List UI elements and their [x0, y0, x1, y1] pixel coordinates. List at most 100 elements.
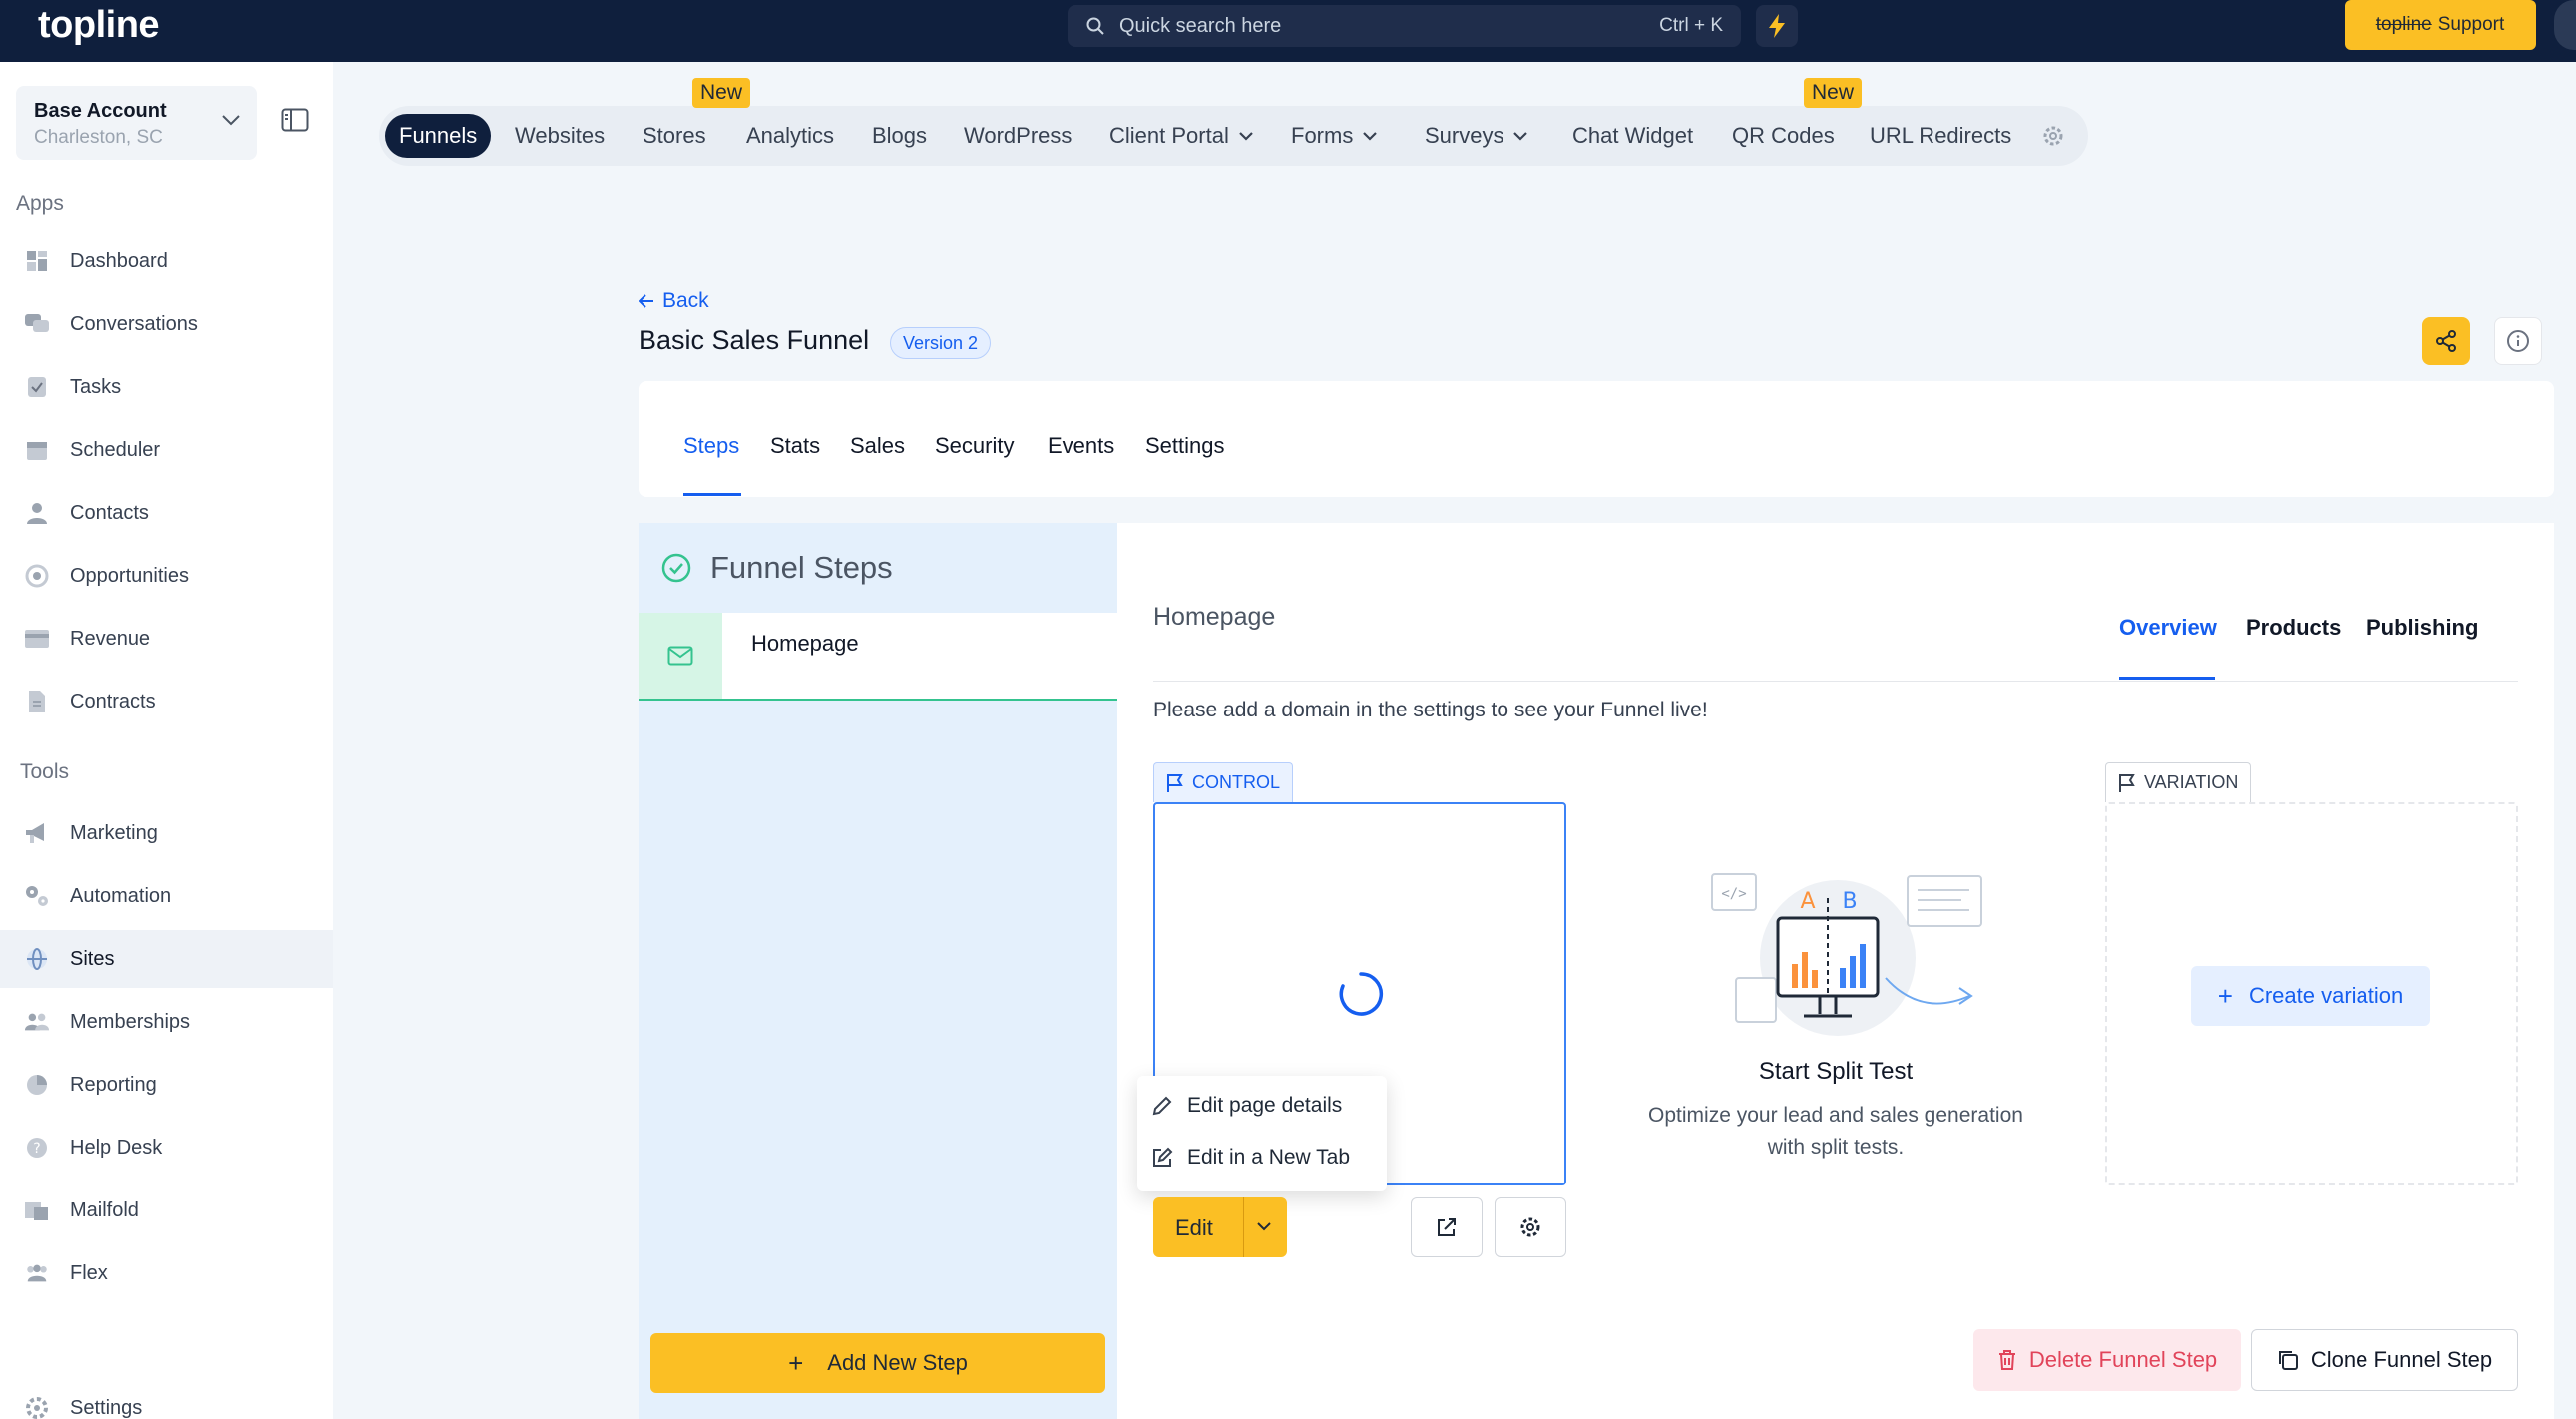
sidebar-item-scheduler[interactable]: Scheduler — [0, 421, 333, 479]
clone-label: Clone Funnel Step — [2310, 1347, 2493, 1372]
sidebar-item-revenue[interactable]: Revenue — [0, 610, 333, 668]
variation-text: VARIATION — [2144, 772, 2239, 792]
tab-publishing[interactable]: Publishing — [2366, 615, 2478, 641]
members-icon — [24, 1009, 50, 1035]
clone-funnel-step-button[interactable]: Clone Funnel Step — [2251, 1329, 2518, 1391]
tab-sales[interactable]: Sales — [850, 433, 905, 459]
funnel-steps-header: Funnel Steps — [639, 523, 1117, 613]
info-icon — [2506, 329, 2530, 353]
sidebar-item-sites[interactable]: Sites — [0, 930, 333, 988]
tab-stats[interactable]: Stats — [770, 433, 820, 459]
tab-websites[interactable]: Websites — [501, 114, 619, 158]
step-page-name: Homepage — [1153, 603, 1276, 631]
sidebar-item-label: Mailfold — [70, 1198, 139, 1221]
search-placeholder: Quick search here — [1119, 14, 1282, 37]
apps-section-title: Apps — [16, 192, 64, 215]
share-button[interactable] — [2422, 317, 2470, 365]
add-new-step-button[interactable]: + Add New Step — [650, 1333, 1105, 1393]
sidebar-item-label: Memberships — [70, 1010, 191, 1033]
tab-blogs[interactable]: Blogs — [858, 114, 941, 158]
tab-settings[interactable]: Settings — [1145, 433, 1225, 459]
tab-analytics[interactable]: Analytics — [732, 114, 848, 158]
edit-square-icon — [1151, 1147, 1187, 1169]
sidebar-item-opportunities[interactable]: Opportunities — [0, 547, 333, 605]
edit-split-button[interactable]: Edit — [1153, 1197, 1287, 1257]
support-label: Support — [2437, 14, 2505, 35]
sidebar-item-mailfold[interactable]: Mailfold — [0, 1182, 333, 1239]
sidebar-item-memberships[interactable]: Memberships — [0, 993, 333, 1051]
tab-stores[interactable]: Stores — [629, 114, 720, 158]
chevron-down-icon — [1363, 131, 1378, 141]
tab-surveys[interactable]: Surveys — [1411, 114, 1541, 158]
tab-label: Websites — [515, 123, 606, 148]
list-item[interactable]: Homepage — [639, 613, 1117, 701]
flag-icon — [2118, 773, 2144, 793]
sidebar-item-automation[interactable]: Automation — [0, 867, 333, 925]
sidebar-item-marketing[interactable]: Marketing — [0, 804, 333, 862]
tab-url-redirects[interactable]: URL Redirects — [1856, 114, 2025, 158]
tab-qr-codes[interactable]: QR Codes — [1718, 114, 1849, 158]
menu-item-edit-page-details[interactable]: Edit page details — [1151, 1086, 1342, 1126]
tab-steps[interactable]: Steps — [683, 433, 739, 459]
tab-label: Analytics — [746, 123, 835, 148]
brand-logo[interactable]: topline — [38, 4, 160, 47]
support-button[interactable]: topline Support — [2345, 0, 2536, 50]
open-preview-button[interactable] — [1411, 1197, 1483, 1257]
person-icon — [24, 500, 50, 526]
chevron-down-icon[interactable] — [1255, 1217, 1273, 1235]
sidebar-item-label: Sites — [70, 947, 115, 970]
sidebar: Base Account Charleston, SC Apps Dashboa… — [0, 62, 333, 1419]
account-name: Base Account — [34, 100, 167, 122]
search-icon — [1085, 16, 1105, 36]
quick-search-input[interactable]: Quick search here Ctrl + K — [1068, 5, 1741, 47]
pencil-icon — [1151, 1095, 1187, 1117]
back-label: Back — [662, 289, 709, 312]
tab-events[interactable]: Events — [1048, 433, 1114, 459]
globe-icon — [24, 946, 50, 972]
variant-b-label: B — [1842, 889, 1857, 914]
sidebar-item-settings[interactable]: Settings — [0, 1379, 333, 1419]
divider — [1153, 681, 2518, 682]
tools-section-title: Tools — [20, 760, 70, 783]
share-icon — [2434, 329, 2458, 353]
sidebar-item-label: Contracts — [70, 690, 156, 712]
account-switcher[interactable]: Base Account Charleston, SC — [16, 86, 257, 160]
tab-security[interactable]: Security — [935, 433, 1014, 459]
lightning-icon[interactable] — [1756, 5, 1798, 47]
tab-client-portal[interactable]: Client Portal — [1095, 114, 1267, 158]
sidebar-item-tasks[interactable]: Tasks — [0, 358, 333, 416]
sidebar-item-flex[interactable]: Flex — [0, 1244, 333, 1302]
sidebar-item-contacts[interactable]: Contacts — [0, 484, 333, 542]
sites-tab-bar: Funnels Websites Stores Analytics Blogs … — [379, 106, 2088, 166]
tab-label: WordPress — [964, 123, 1073, 148]
pie-icon — [24, 1072, 50, 1098]
tab-overview[interactable]: Overview — [2119, 615, 2217, 641]
step-settings-button[interactable] — [1495, 1197, 1566, 1257]
tab-chat-widget[interactable]: Chat Widget — [1558, 114, 1707, 158]
step-label: Homepage — [751, 631, 859, 656]
megaphone-icon — [24, 820, 50, 846]
sidebar-item-reporting[interactable]: Reporting — [0, 1056, 333, 1114]
tab-forms[interactable]: Forms — [1277, 114, 1391, 158]
tab-settings-gear-icon[interactable] — [2027, 114, 2079, 158]
sidebar-item-contracts[interactable]: Contracts — [0, 673, 333, 730]
gear-icon — [1518, 1215, 1542, 1239]
collapse-sidebar-icon[interactable] — [281, 108, 309, 132]
create-variation-button[interactable]: + Create variation — [2191, 966, 2430, 1026]
sidebar-item-label: Help Desk — [70, 1136, 163, 1159]
info-button[interactable] — [2494, 317, 2542, 365]
delete-funnel-step-button[interactable]: Delete Funnel Step — [1973, 1329, 2241, 1391]
sidebar-item-dashboard[interactable]: Dashboard — [0, 233, 333, 290]
funnel-steps-title: Funnel Steps — [710, 550, 893, 585]
tab-wordpress[interactable]: WordPress — [950, 114, 1085, 158]
check-circle-icon — [660, 552, 692, 584]
back-link[interactable]: Back — [639, 289, 709, 313]
sidebar-item-label: Automation — [70, 884, 172, 907]
tab-products[interactable]: Products — [2246, 615, 2341, 641]
control-text: CONTROL — [1192, 772, 1281, 792]
tab-funnels[interactable]: Funnels — [385, 114, 492, 158]
menu-item-edit-in-new-tab[interactable]: Edit in a New Tab — [1151, 1138, 1350, 1178]
new-badge-stores: New — [692, 78, 751, 108]
sidebar-item-conversations[interactable]: Conversations — [0, 295, 333, 353]
sidebar-item-help-desk[interactable]: ? Help Desk — [0, 1119, 333, 1177]
